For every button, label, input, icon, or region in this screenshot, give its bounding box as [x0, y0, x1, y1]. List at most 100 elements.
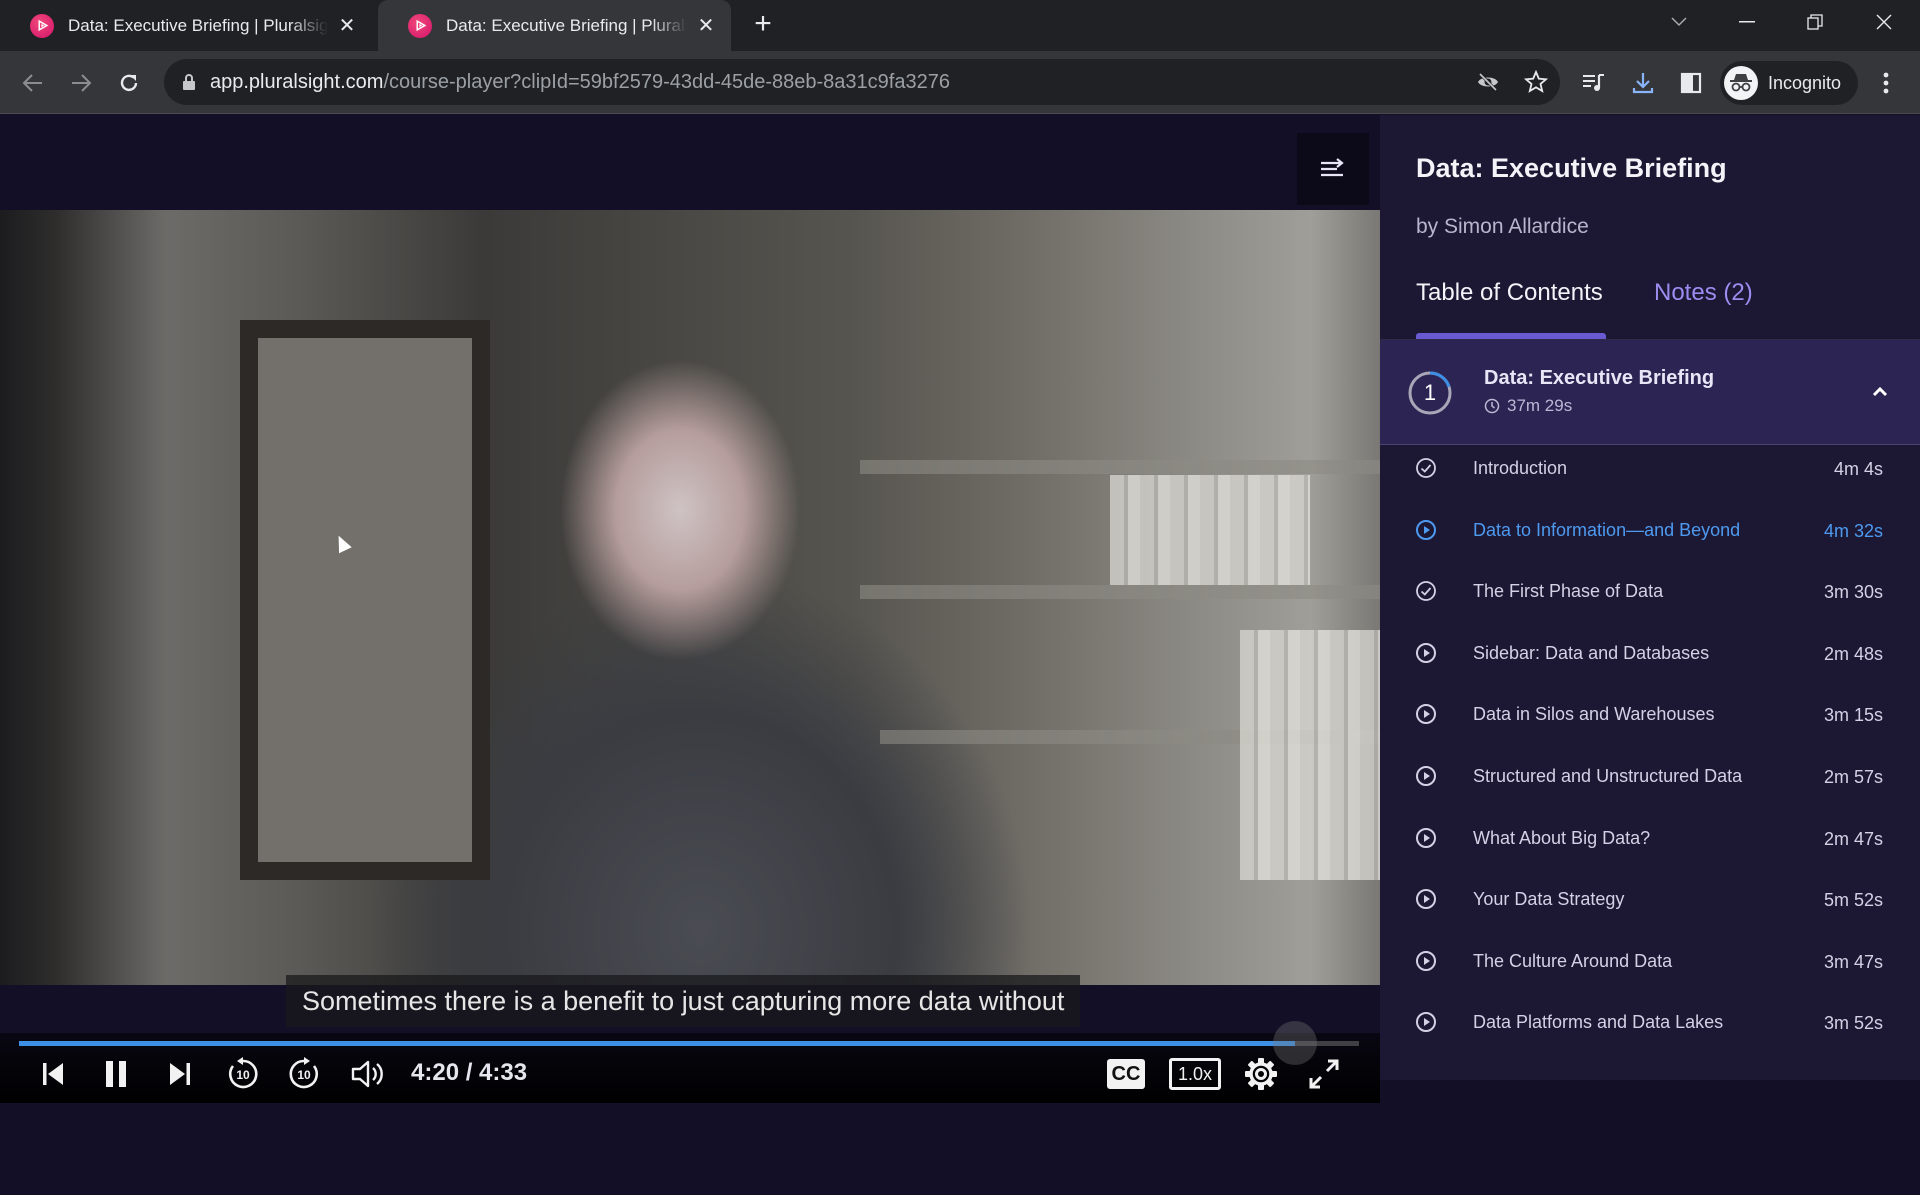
module-header[interactable]: 1 Data: Executive Briefing 37m 29s: [1380, 340, 1920, 445]
seek-bar[interactable]: [19, 1021, 1359, 1065]
forward-icon[interactable]: [63, 65, 99, 101]
media-control-icon[interactable]: [1576, 65, 1612, 101]
play-circle-icon: [1415, 1011, 1437, 1033]
video-books: [1240, 630, 1380, 880]
course-sidebar: Data: Executive Briefing by Simon Allard…: [1380, 115, 1920, 1080]
incognito-profile-button[interactable]: Incognito: [1720, 61, 1858, 105]
sidebar-tabs: Table of Contents Notes (2): [1416, 279, 1916, 335]
video-frame[interactable]: [0, 210, 1380, 985]
clip-title: Introduction: [1473, 458, 1568, 478]
clip-title: Structured and Unstructured Data: [1473, 766, 1743, 786]
playback-speed-button[interactable]: 1.0x: [1169, 1058, 1221, 1090]
lock-icon: [183, 74, 195, 90]
tab-notes[interactable]: Notes (2): [1654, 279, 1753, 307]
forward-10-button[interactable]: 10: [283, 1053, 325, 1095]
video-shelf: [860, 585, 1380, 599]
pause-icon: [106, 1061, 126, 1087]
close-window-icon[interactable]: [1850, 0, 1918, 44]
browser-tab[interactable]: Data: Executive Briefing | Pluralsight ✕: [0, 0, 372, 51]
pause-button[interactable]: [99, 1053, 133, 1095]
tab-close-icon[interactable]: ✕: [336, 15, 358, 37]
rewind-10-icon: 10: [228, 1057, 258, 1089]
video-background-frame: [240, 320, 490, 880]
volume-button[interactable]: [347, 1053, 389, 1095]
clip-item[interactable]: What About Big Data? 2m 47s: [1380, 816, 1920, 878]
clip-title: Data in Silos and Warehouses: [1473, 704, 1715, 725]
course-title: Data: Executive Briefing: [1416, 153, 1727, 183]
clip-duration: 3m 52s: [1823, 1013, 1883, 1034]
clip-title: What About Big Data?: [1473, 827, 1651, 848]
clip-item[interactable]: Data to Information—and Beyond 4m 32s: [1380, 508, 1920, 570]
clip-duration: 2m 48s: [1823, 643, 1883, 664]
browser-tab-active[interactable]: Data: Executive Briefing | Pluralsight ✕: [378, 0, 731, 51]
settings-button[interactable]: [1240, 1053, 1282, 1095]
tab-search-icon[interactable]: [1645, 0, 1713, 44]
clip-duration: 3m 15s: [1823, 705, 1883, 726]
tab-close-icon[interactable]: ✕: [695, 15, 717, 37]
address-bar[interactable]: app.pluralsight.com/course-player?clipId…: [164, 59, 1560, 105]
eye-off-icon[interactable]: [1476, 70, 1500, 94]
closed-captions-button[interactable]: CC: [1107, 1059, 1145, 1089]
clip-item[interactable]: Your Data Strategy 5m 52s: [1380, 877, 1920, 939]
minimize-icon[interactable]: [1713, 0, 1781, 44]
clip-item[interactable]: Sidebar: Data and Databases 2m 48s: [1380, 631, 1920, 693]
clip-title: Data to Information—and Beyond: [1473, 519, 1741, 540]
clip-duration: 2m 57s: [1823, 767, 1883, 787]
profile-label: Incognito: [1768, 72, 1842, 93]
play-circle-icon: [1415, 950, 1437, 972]
time-display: 4:20 / 4:33: [411, 1059, 528, 1086]
seek-bar-fill: [19, 1041, 1295, 1046]
clip-duration: 3m 30s: [1823, 582, 1883, 603]
clip-duration: 4m 4s: [1833, 459, 1883, 479]
side-panel-icon[interactable]: [1673, 65, 1709, 101]
new-tab-button[interactable]: +: [748, 9, 778, 40]
chevron-up-icon[interactable]: [1868, 380, 1892, 404]
reload-icon[interactable]: [111, 65, 147, 101]
check-circle-icon: [1415, 457, 1437, 479]
next-clip-button[interactable]: [163, 1053, 197, 1095]
play-circle-icon: [1415, 642, 1437, 664]
clip-duration: 2m 47s: [1823, 828, 1883, 849]
clip-item[interactable]: The First Phase of Data 3m 30s: [1380, 569, 1920, 631]
pluralsight-favicon-icon: [30, 13, 54, 38]
video-shelf: [860, 460, 1380, 474]
clip-item[interactable]: Structured and Unstructured Data 2m 57s: [1380, 754, 1920, 816]
video-books: [1110, 475, 1310, 585]
skip-previous-icon: [43, 1063, 63, 1085]
bookmark-star-icon[interactable]: [1524, 70, 1548, 94]
skip-next-icon: [170, 1063, 190, 1085]
play-circle-icon: [1415, 827, 1437, 849]
play-circle-icon: [1415, 888, 1437, 910]
tab-title: Data: Executive Briefing | Pluralsight: [68, 15, 328, 35]
restore-icon[interactable]: [1781, 0, 1849, 44]
check-circle-icon: [1415, 580, 1437, 602]
url-text: app.pluralsight.com/course-player?clipId…: [210, 70, 950, 93]
clip-item[interactable]: Data Platforms and Data Lakes 3m 52s: [1380, 1000, 1920, 1062]
play-circle-icon: [1415, 765, 1437, 787]
browser-tab-strip: Data: Executive Briefing | Pluralsight ✕…: [0, 0, 1920, 51]
previous-clip-button[interactable]: [36, 1053, 70, 1095]
module-number: 1: [1423, 380, 1437, 405]
clip-item[interactable]: Data in Silos and Warehouses 3m 15s: [1380, 692, 1920, 754]
tab-title: Data: Executive Briefing | Pluralsight: [446, 15, 687, 35]
clip-title: Sidebar: Data and Databases: [1473, 642, 1710, 663]
clip-duration: 5m 52s: [1823, 890, 1883, 911]
clip-title: Data Platforms and Data Lakes: [1473, 1012, 1724, 1033]
back-icon[interactable]: [15, 65, 51, 101]
kebab-menu-icon[interactable]: [1868, 65, 1904, 101]
tab-table-of-contents[interactable]: Table of Contents: [1416, 279, 1603, 307]
clip-item[interactable]: Introduction 4m 4s: [1380, 446, 1920, 508]
clip-title: Your Data Strategy: [1473, 889, 1625, 910]
forward-10-icon: 10: [289, 1057, 319, 1089]
video-player: Sometimes there is a benefit to just cap…: [0, 115, 1380, 1195]
fullscreen-button[interactable]: [1303, 1053, 1345, 1095]
clip-title: The Culture Around Data: [1473, 950, 1673, 971]
toggle-sidebar-button[interactable]: [1297, 133, 1369, 205]
clock-icon: [1484, 398, 1500, 414]
clip-title: The First Phase of Data: [1473, 581, 1664, 602]
download-icon[interactable]: [1625, 65, 1661, 101]
rewind-10-button[interactable]: 10: [222, 1053, 264, 1095]
caption-text: Sometimes there is a benefit to just cap…: [286, 975, 1081, 1027]
clip-item[interactable]: The Culture Around Data 3m 47s: [1380, 939, 1920, 1001]
module-duration: 37m 29s: [1484, 396, 1572, 416]
